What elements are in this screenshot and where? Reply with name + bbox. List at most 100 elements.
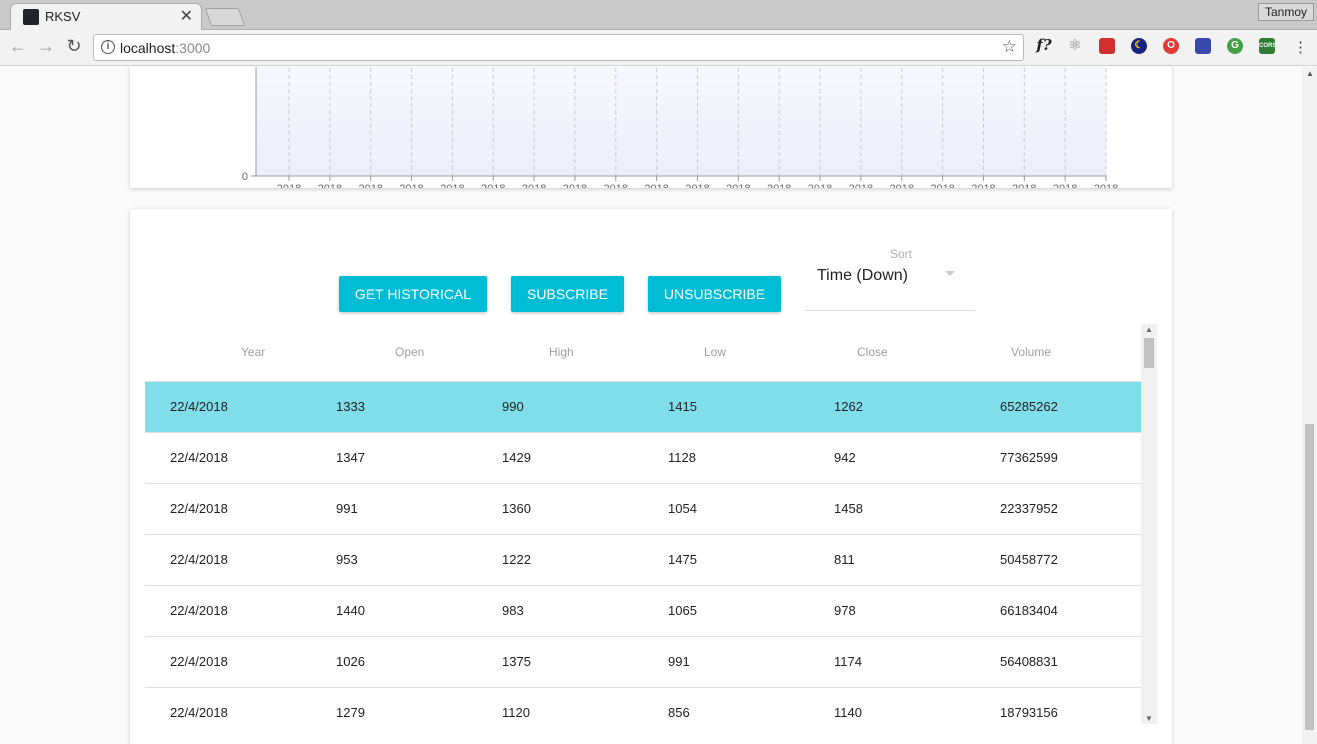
cell-year: 22/4/2018: [170, 501, 228, 516]
cors-icon[interactable]: CORS: [1259, 38, 1276, 54]
table-scroll-thumb[interactable]: [1144, 338, 1154, 368]
cell-high: 1120: [502, 705, 530, 720]
table-row[interactable]: 22/4/2018 1347 1429 1128 942 77362599: [145, 433, 1141, 484]
header-volume[interactable]: Volume: [1011, 345, 1051, 359]
cell-year: 22/4/2018: [170, 603, 228, 618]
page-scrollbar[interactable]: ▲: [1302, 67, 1317, 744]
cell-volume: 50458772: [1000, 552, 1058, 567]
scroll-up-icon[interactable]: ▲: [1145, 325, 1153, 334]
fontface-ninja-icon[interactable]: f?: [1034, 38, 1054, 54]
x-tick-label: 2018: [318, 183, 342, 188]
x-tick-label: 2018: [971, 183, 995, 188]
cell-low: 1475: [668, 552, 697, 567]
x-tick-label: 2018: [890, 183, 914, 188]
cell-year: 22/4/2018: [170, 552, 228, 567]
header-high[interactable]: High: [549, 345, 574, 359]
header-close[interactable]: Close: [857, 345, 888, 359]
get-historical-button[interactable]: GET HISTORICAL: [339, 276, 487, 312]
table-row[interactable]: 22/4/2018 953 1222 1475 811 50458772: [145, 535, 1141, 586]
sort-value: Time (Down): [817, 267, 908, 284]
cell-open: 991: [336, 501, 358, 516]
cell-volume: 18793156: [1000, 705, 1058, 720]
chart-card: 2018 2018 2018 2018 2018 2018 2018 2018 2018 2018…: [130, 67, 1172, 188]
x-tick-label: 2018: [1094, 183, 1118, 188]
table-row[interactable]: 22/4/2018 1279 1120 856 1140 18793156: [145, 688, 1141, 724]
extension-moon-icon[interactable]: ☾: [1131, 38, 1147, 54]
new-tab-button[interactable]: [204, 8, 246, 26]
x-tick-label: 2018: [849, 183, 873, 188]
cell-volume: 65285262: [1000, 399, 1058, 414]
x-tick-label: 2018: [604, 183, 628, 188]
cell-open: 1347: [336, 450, 365, 465]
x-tick-label: 2018: [1053, 183, 1077, 188]
cell-close: 942: [834, 450, 856, 465]
x-tick-label: 2018: [808, 183, 832, 188]
x-tick-label: 2018: [726, 183, 750, 188]
dropdown-arrow-icon: [945, 271, 955, 276]
cell-open: 1440: [336, 603, 365, 618]
bookmark-star-icon[interactable]: ☆: [1002, 37, 1017, 57]
cell-close: 1262: [834, 399, 863, 414]
cell-open: 1279: [336, 705, 365, 720]
header-open[interactable]: Open: [395, 345, 424, 359]
table-row[interactable]: 22/4/2018 1440 983 1065 978 66183404: [145, 586, 1141, 637]
url-text[interactable]: localhost:3000: [120, 40, 210, 56]
cell-low: 991: [668, 654, 690, 669]
header-year[interactable]: Year: [241, 345, 265, 359]
cell-high: 983: [502, 603, 524, 618]
x-tick-label: 2018: [399, 183, 423, 188]
cell-low: 1415: [668, 399, 697, 414]
cell-year: 22/4/2018: [170, 705, 228, 720]
cell-high: 1222: [502, 552, 531, 567]
browser-menu-icon[interactable]: ⋮: [1293, 38, 1308, 56]
url-port: :3000: [175, 40, 211, 56]
subscribe-button[interactable]: SUBSCRIBE: [511, 276, 624, 312]
grammarly-icon[interactable]: G: [1227, 38, 1243, 54]
table-scrollbar[interactable]: ▲ ▼: [1141, 324, 1157, 724]
close-tab-icon[interactable]: ✕: [180, 6, 193, 26]
page-scroll-thumb[interactable]: [1305, 424, 1314, 730]
unsubscribe-button[interactable]: UNSUBSCRIBE: [648, 276, 781, 312]
back-icon[interactable]: ←: [7, 36, 29, 57]
tab-title: RKSV: [45, 9, 81, 24]
cell-volume: 22337952: [1000, 501, 1058, 516]
table-row[interactable]: 22/4/2018 991 1360 1054 1458 22337952: [145, 484, 1141, 535]
cell-open: 1333: [336, 399, 365, 414]
x-tick-label: 2018: [277, 183, 301, 188]
sort-select[interactable]: Sort Time (Down): [805, 245, 975, 311]
cell-close: 811: [834, 552, 855, 567]
cell-close: 978: [834, 603, 856, 618]
browser-tab-bar: RKSV ✕ Tanmoy: [0, 0, 1317, 30]
scroll-down-icon[interactable]: ▼: [1145, 714, 1153, 723]
browser-toolbar: ← → ↻ i localhost:3000 ☆ f? ⚛ ☾ O G CORS…: [0, 30, 1317, 66]
chart-area: [256, 67, 1106, 176]
profile-button[interactable]: Tanmoy: [1257, 3, 1314, 21]
extension-blue-icon[interactable]: [1195, 38, 1211, 54]
data-table: Year Open High Low Close Volume 22/4/201…: [145, 324, 1157, 724]
site-info-icon[interactable]: i: [101, 40, 115, 54]
cell-close: 1174: [834, 654, 862, 669]
cell-year: 22/4/2018: [170, 399, 228, 414]
cell-open: 1026: [336, 654, 365, 669]
extension-red-icon[interactable]: [1099, 38, 1115, 54]
reload-icon[interactable]: ↻: [63, 36, 85, 57]
browser-tab[interactable]: RKSV ✕: [10, 3, 202, 30]
table-row[interactable]: 22/4/2018 1026 1375 991 1174 56408831: [145, 637, 1141, 688]
cell-low: 1054: [668, 501, 697, 516]
header-low[interactable]: Low: [704, 345, 726, 359]
cell-low: 1065: [668, 603, 697, 618]
table-row[interactable]: 22/4/2018 1333 990 1415 1262 65285262: [145, 382, 1141, 433]
forward-icon[interactable]: →: [35, 36, 57, 57]
page-scroll-up-icon[interactable]: ▲: [1306, 69, 1314, 78]
react-devtools-icon[interactable]: ⚛: [1067, 38, 1083, 54]
cell-volume: 77362599: [1000, 450, 1058, 465]
cell-volume: 66183404: [1000, 603, 1058, 618]
cell-close: 1458: [834, 501, 863, 516]
x-tick-label: 2018: [522, 183, 546, 188]
cell-volume: 56408831: [1000, 654, 1058, 669]
extension-opera-icon[interactable]: O: [1163, 38, 1179, 54]
x-tick-label: 2018: [930, 183, 954, 188]
address-bar[interactable]: i localhost:3000 ☆: [93, 34, 1024, 61]
x-tick-label: 2018: [358, 183, 382, 188]
react-favicon-icon: [23, 9, 39, 25]
